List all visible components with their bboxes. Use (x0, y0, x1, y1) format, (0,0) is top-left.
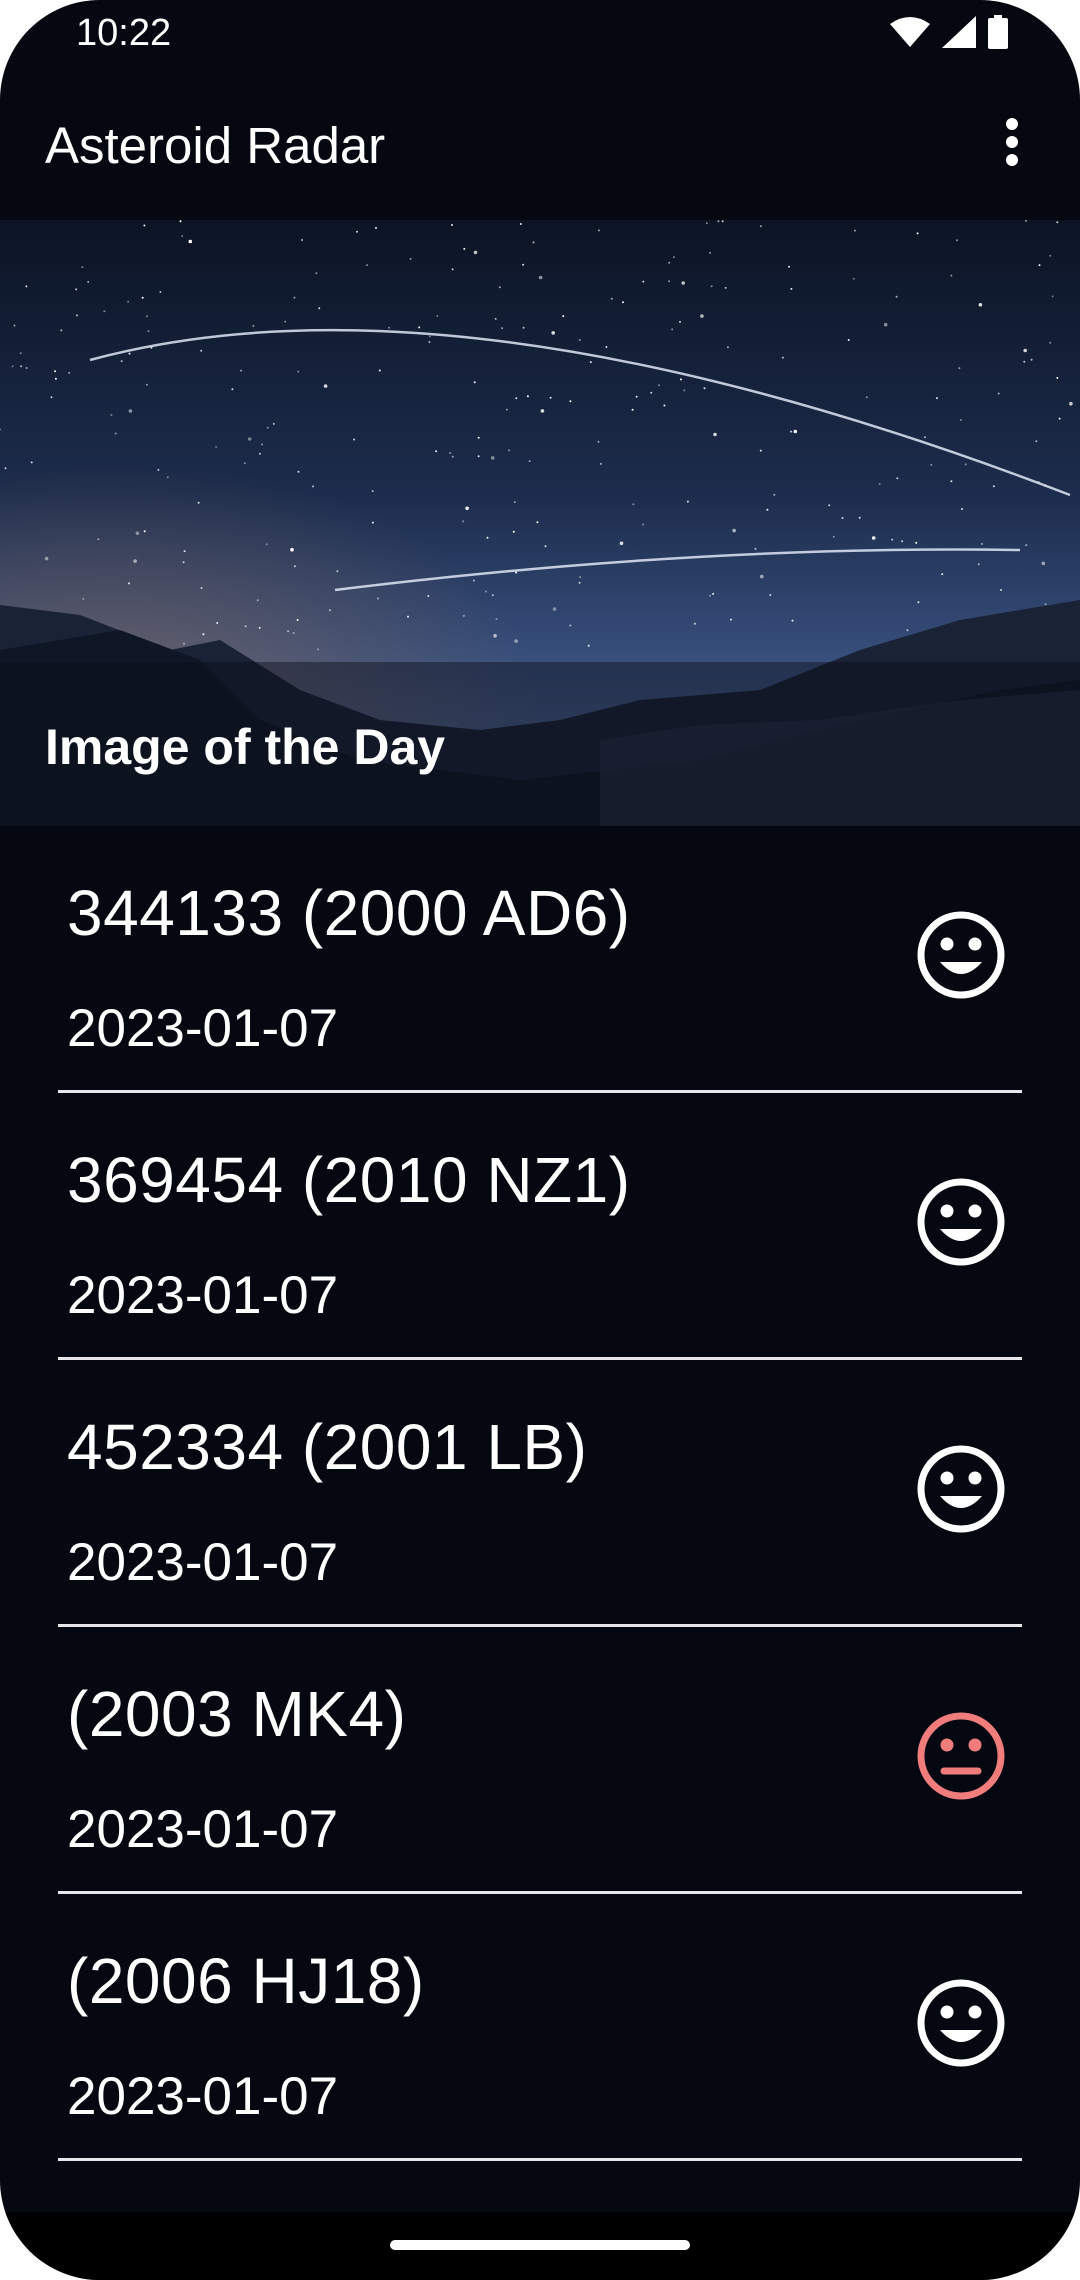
status-time: 10:22 (76, 12, 172, 54)
asteroid-list-item[interactable]: 344133 (2000 AD6) 2023-01-07 (0, 826, 1080, 1093)
asteroid-close-approach-date: 2023-01-07 (67, 1800, 339, 1859)
asteroid-name: 452334 (2001 LB) (67, 1411, 588, 1483)
status-icons (890, 14, 1008, 54)
asteroid-list-item[interactable]: 369454 (2010 NZ1) 2023-01-07 (0, 1093, 1080, 1360)
image-caption: Image of the Day (45, 719, 446, 775)
app-title: Asteroid Radar (45, 117, 386, 174)
asteroid-list: 344133 (2000 AD6) 2023-01-07 369454 (201… (0, 826, 1080, 2161)
asteroid-list-item[interactable]: (2006 HJ18) 2023-01-07 (0, 1894, 1080, 2161)
happy-face-icon (916, 1444, 1006, 1534)
app-bar: Asteroid Radar (0, 72, 1080, 220)
asteroid-list-item[interactable]: (2003 MK4) 2023-01-07 (0, 1627, 1080, 1894)
wifi-icon (890, 16, 930, 53)
battery-icon (988, 14, 1008, 54)
asteroid-name: 369454 (2010 NZ1) (67, 1144, 631, 1216)
more-options-button[interactable] (984, 108, 1040, 180)
asteroid-close-approach-date: 2023-01-07 (67, 1266, 339, 1325)
more-vert-icon (1004, 117, 1020, 171)
asteroid-close-approach-date: 2023-01-07 (67, 999, 339, 1058)
asteroid-name: (2003 MK4) (67, 1678, 407, 1750)
asteroid-name: 344133 (2000 AD6) (67, 877, 631, 949)
list-divider (58, 2158, 1022, 2161)
image-of-the-day: Image of the Day (0, 220, 1080, 826)
status-bar: 10:22 (0, 0, 1080, 72)
home-gesture-handle[interactable] (390, 2240, 690, 2250)
signal-icon (942, 15, 976, 53)
happy-face-icon (916, 910, 1006, 1000)
asteroid-list-item[interactable]: 452334 (2001 LB) 2023-01-07 (0, 1360, 1080, 1627)
asteroid-close-approach-date: 2023-01-07 (67, 1533, 339, 1592)
happy-face-icon (916, 1978, 1006, 2068)
phone-screen: 10:22 Asteroid Radar Image of the Day 34… (0, 0, 1080, 2280)
happy-face-icon (916, 1177, 1006, 1267)
neutral-face-icon (916, 1711, 1006, 1801)
asteroid-close-approach-date: 2023-01-07 (67, 2067, 339, 2126)
asteroid-name: (2006 HJ18) (67, 1945, 425, 2017)
